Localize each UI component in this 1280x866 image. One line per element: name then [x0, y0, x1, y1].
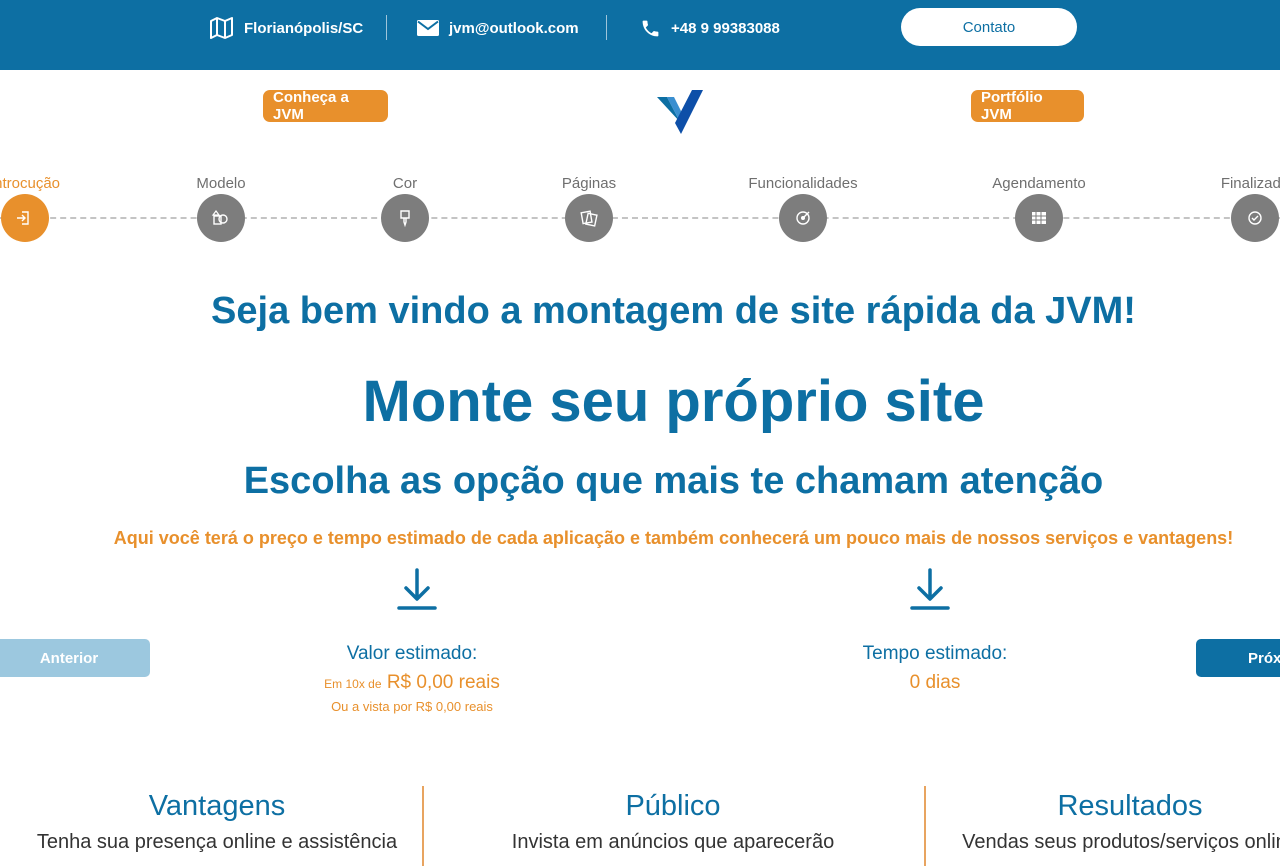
- steps-connector: [0, 217, 1280, 219]
- location-text: Florianópolis/SC: [244, 19, 364, 37]
- envelope-icon: [417, 20, 439, 36]
- step-label: Funcionalidades: [748, 175, 858, 192]
- previous-button[interactable]: Anterior: [0, 639, 150, 677]
- info-text: Aqui você terá o preço e tempo estimado …: [113, 528, 1234, 548]
- phone-icon: [642, 20, 659, 36]
- arrow-down-icon: [397, 568, 437, 610]
- step-5-button[interactable]: [779, 194, 827, 242]
- feature-title: Resultados: [1057, 790, 1203, 822]
- about-jvm-button[interactable]: Conheça a JVM: [263, 89, 388, 123]
- arrow-down-icon: [910, 568, 950, 610]
- next-button[interactable]: Próximo: [1196, 639, 1280, 677]
- installments-value: R$ 0,00 reais: [386, 672, 500, 693]
- column-divider: [924, 786, 926, 866]
- value-estimate-title: Valor estimado:: [346, 643, 478, 664]
- value-estimate: Em 10x de R$ 0,00 reais: [324, 672, 500, 694]
- feature-text: Tenha sua presença online e assistência: [36, 831, 398, 853]
- jvm-logo-icon[interactable]: [656, 89, 704, 140]
- divider: [386, 15, 387, 40]
- step-label: Cor: [392, 175, 418, 192]
- target-icon: [796, 211, 810, 225]
- pages-icon: [580, 210, 598, 227]
- phone-text[interactable]: +48 9 99383088: [671, 20, 780, 37]
- column-divider: [422, 786, 424, 866]
- step-2-button[interactable]: [197, 194, 245, 242]
- time-estimate-title: Tempo estimado:: [862, 643, 1008, 664]
- check-circle-icon: [1248, 211, 1262, 225]
- welcome-heading: Seja bem vindo a montagem de site rápida…: [211, 290, 1136, 332]
- step-6-button[interactable]: [1015, 194, 1063, 242]
- step-label: Modelo: [196, 175, 246, 192]
- feature-title: Vantagens: [148, 790, 286, 822]
- location-info: Florianópolis/SC: [209, 0, 363, 56]
- brush-icon: [400, 210, 410, 228]
- step-label: Páginas: [561, 175, 617, 192]
- contact-button[interactable]: Contato: [901, 8, 1077, 46]
- installments-prefix: Em 10x de: [324, 677, 382, 691]
- step-3-button[interactable]: [381, 194, 429, 242]
- step-label: Agendamento: [992, 175, 1086, 192]
- cash-price: Ou a vista por R$ 0,00 reais: [331, 699, 493, 714]
- step-7-button[interactable]: [1231, 194, 1279, 242]
- login-icon: [17, 211, 29, 225]
- shapes-icon: [211, 210, 228, 225]
- calendar-icon: [1032, 212, 1046, 224]
- feature-title: Público: [625, 790, 721, 822]
- step-label: Finalizado: [1220, 175, 1280, 192]
- time-estimate: 0 dias: [909, 672, 961, 693]
- divider: [606, 15, 607, 40]
- feature-text: Vendas seus produtos/serviços online: [962, 831, 1280, 853]
- feature-text: Invista em anúncios que aparecerão: [511, 831, 835, 853]
- phone-info[interactable]: +48 9 99383088: [640, 0, 780, 56]
- email-text[interactable]: jvm@outlook.com: [449, 20, 579, 37]
- choose-heading: Escolha as opção que mais te chamam aten…: [243, 460, 1104, 502]
- portfolio-jvm-button[interactable]: Portfólio JVM: [971, 89, 1084, 123]
- step-1-button[interactable]: [1, 194, 49, 242]
- step-label: Introcução: [0, 175, 61, 192]
- map-icon: [210, 17, 233, 39]
- top-bar: Florianópolis/SC jvm@outlook.com +48 9 9…: [0, 0, 1280, 70]
- email-info[interactable]: jvm@outlook.com: [417, 0, 579, 56]
- page-title: Monte seu próprio site: [362, 369, 985, 434]
- step-4-button[interactable]: [565, 194, 613, 242]
